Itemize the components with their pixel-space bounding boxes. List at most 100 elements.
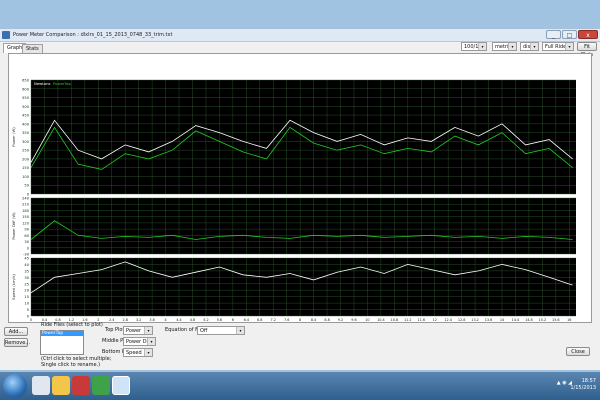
y-tick-label: 30 bbox=[24, 240, 29, 244]
x-tick-label: 4.8 bbox=[190, 318, 195, 322]
x-tick-label: 10.8 bbox=[391, 318, 399, 322]
y-tick-label: 550 bbox=[22, 96, 30, 100]
add-button[interactable]: Add... bbox=[4, 327, 28, 336]
x-tick-label: 9.2 bbox=[338, 318, 343, 322]
plot-panel-2 bbox=[31, 198, 576, 254]
y-tick-label: 150 bbox=[22, 215, 30, 219]
ie-icon[interactable] bbox=[32, 376, 50, 395]
y-tick-label: 240 bbox=[22, 197, 30, 201]
x-tick-label: 16 bbox=[567, 318, 571, 322]
plot-frame: 0 50 100 150 200 250 300 350 400 450 500 550 600 650 P… bbox=[8, 53, 592, 327]
tab-stats[interactable]: Stats bbox=[22, 44, 43, 53]
app-taskbar-icon[interactable] bbox=[92, 376, 110, 395]
close-window-button[interactable]: x bbox=[578, 30, 598, 39]
y-tick-label: 20 bbox=[24, 289, 29, 293]
y-tick-label: 10 bbox=[24, 302, 29, 306]
clock[interactable]: 18:57 1/15/2013 bbox=[570, 378, 596, 392]
x-tick-label: 7.6 bbox=[284, 318, 289, 322]
units-select[interactable]: metric ▾ bbox=[492, 42, 517, 51]
y-tick-label: 400 bbox=[22, 122, 30, 126]
y-tick-label: 120 bbox=[22, 221, 30, 225]
equation-of-motion-value: Off bbox=[200, 328, 208, 334]
legend-powertap: PowerTap bbox=[53, 81, 71, 86]
middle-plot-select[interactable]: Power Diff ▾ bbox=[123, 337, 156, 346]
y-tick-label: 200 bbox=[22, 157, 30, 161]
y-axis-label: Power (W) bbox=[11, 127, 16, 147]
x-tick-label: 3.2 bbox=[136, 318, 141, 322]
app-icon bbox=[2, 31, 10, 39]
clock-time: 18:57 bbox=[581, 378, 596, 384]
y-tick-label: 45 bbox=[24, 257, 29, 261]
x-tick-label: 2.4 bbox=[109, 318, 114, 322]
power-meter-taskbar-icon[interactable] bbox=[112, 376, 130, 395]
x-tick-label: 10.4 bbox=[377, 318, 385, 322]
chevron-down-icon: ▾ bbox=[144, 349, 152, 356]
x-tick-label: 13.2 bbox=[471, 318, 479, 322]
remove-button[interactable]: Remove... bbox=[4, 338, 30, 347]
y-axis-label: Speed (km/h) bbox=[11, 274, 16, 300]
range-value: Full Ride bbox=[545, 44, 567, 50]
y-tick-label: 250 bbox=[22, 149, 30, 153]
chevron-down-icon: ▾ bbox=[478, 43, 486, 50]
x-tick-label: 6 bbox=[232, 318, 234, 322]
title-bar[interactable]: Power Meter Comparison : dlxlrs_01_15_20… bbox=[0, 29, 600, 42]
y-axis-label: Power Diff (W) bbox=[11, 212, 16, 240]
xaxis-select[interactable]: dist ▾ bbox=[520, 42, 539, 51]
x-tick-label: 7.2 bbox=[271, 318, 276, 322]
y-tick-label: 60 bbox=[24, 234, 29, 238]
y-tick-label: 210 bbox=[22, 203, 30, 207]
x-tick-label: 14 bbox=[500, 318, 504, 322]
y-tick-label: 100 bbox=[22, 175, 30, 179]
folder-icon[interactable] bbox=[52, 376, 70, 395]
top-plot-value: Power bbox=[126, 328, 142, 334]
y-tick-label: 0 bbox=[27, 246, 30, 250]
y-tick-label: 30 bbox=[24, 276, 29, 280]
y-tick-label: 90 bbox=[24, 228, 29, 232]
y-tick-label: 350 bbox=[22, 131, 30, 135]
range-select[interactable]: Full Ride ▾ bbox=[542, 42, 574, 51]
y-tick-label: 5 bbox=[27, 308, 29, 312]
x-tick-label: 10 bbox=[365, 318, 369, 322]
close-button[interactable]: Close bbox=[566, 347, 590, 356]
y-tick-label: 40 bbox=[24, 263, 29, 267]
start-button[interactable] bbox=[3, 374, 27, 398]
x-tick-label: 9.6 bbox=[351, 318, 356, 322]
x-tick-label: 5.2 bbox=[203, 318, 208, 322]
y-tick-label: 450 bbox=[22, 114, 30, 118]
bottom-plot-value: Speed bbox=[126, 350, 142, 356]
x-tick-label: 13.6 bbox=[485, 318, 493, 322]
y-tick-label: 35 bbox=[24, 269, 29, 273]
top-plot-label: Top Plot bbox=[105, 327, 125, 333]
top-plot-select[interactable]: Power ▾ bbox=[123, 326, 153, 335]
plots-canvas[interactable]: 050100150200250300350400450500550600650P… bbox=[9, 54, 591, 327]
y-tick-label: 300 bbox=[22, 140, 30, 144]
ride-files-list[interactable]: PowerTap bbox=[40, 330, 84, 355]
media-icon[interactable] bbox=[72, 376, 90, 395]
y-tick-label: 180 bbox=[22, 209, 30, 213]
x-tick-label: 15.6 bbox=[552, 318, 560, 322]
y-tick-label: 650 bbox=[22, 79, 30, 83]
x-tick-label: 12.8 bbox=[458, 318, 466, 322]
ride-file-item[interactable]: PowerTap bbox=[41, 331, 83, 336]
chevron-down-icon: ▾ bbox=[508, 43, 516, 50]
y-tick-label: 500 bbox=[22, 105, 30, 109]
bottom-plot-select[interactable]: Speed ▾ bbox=[123, 348, 153, 357]
x-tick-label: 6.8 bbox=[257, 318, 262, 322]
clock-date: 1/15/2013 bbox=[570, 385, 596, 391]
maximize-button[interactable]: □ bbox=[562, 30, 577, 39]
x-tick-label: 5.6 bbox=[217, 318, 222, 322]
fit-plots-button[interactable]: Fit Plots bbox=[577, 42, 597, 58]
x-tick-label: 8.8 bbox=[324, 318, 329, 322]
x-tick-label: 14.4 bbox=[512, 318, 520, 322]
x-tick-label: 15.2 bbox=[539, 318, 547, 322]
y-tick-label: 600 bbox=[22, 87, 30, 91]
minimize-button[interactable]: _ bbox=[546, 30, 561, 39]
x-tick-label: 11.6 bbox=[417, 318, 425, 322]
x-tick-label: 4 bbox=[164, 318, 166, 322]
x-tick-label: 0 bbox=[30, 318, 32, 322]
equation-of-motion-select[interactable]: Off ▾ bbox=[197, 326, 245, 335]
smoothing-select[interactable]: 100/10 ▾ bbox=[461, 42, 487, 51]
ride-files-label: Ride Files (select to plot) bbox=[41, 322, 103, 328]
app-window: Power Meter Comparison : dlxlrs_01_15_20… bbox=[0, 28, 600, 370]
window-title: Power Meter Comparison : dlxlrs_01_15_20… bbox=[13, 32, 173, 38]
